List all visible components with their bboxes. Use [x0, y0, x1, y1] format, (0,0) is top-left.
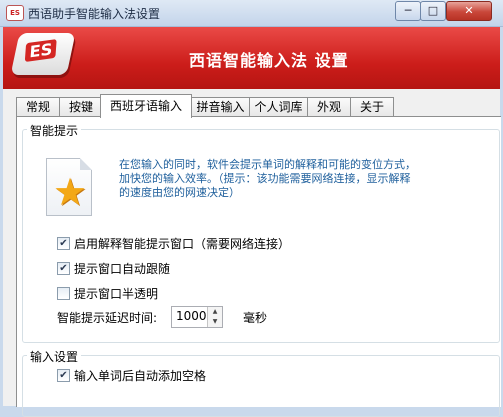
auto-space-label: 输入单词后自动添加空格 — [74, 369, 207, 383]
stepper-buttons: ▲ ▼ — [207, 307, 222, 327]
close-button[interactable]: ✕ — [446, 1, 492, 21]
translucent-checkbox[interactable] — [57, 287, 70, 300]
decrement-arrow-icon[interactable]: ▼ — [208, 317, 222, 327]
delay-time-value[interactable]: 1000 — [176, 309, 207, 323]
input-settings-group-title: 输入设置 — [27, 348, 82, 365]
header-banner: ES 西语智能输入法 设置 — [3, 27, 500, 89]
dialog-body: 常规 按键 西班牙语输入 拼音输入 个人词库 外观 关于 智能提示 ★ 在您输入… — [3, 89, 501, 417]
auto-space-checkbox[interactable]: ✔ — [57, 369, 70, 382]
app-icon: ES — [6, 5, 24, 21]
delay-time-stepper[interactable]: 1000 ▲ ▼ — [171, 306, 223, 328]
auto-follow-label: 提示窗口自动跟随 — [74, 262, 171, 276]
tab-personal-dictionary[interactable]: 个人词库 — [249, 97, 308, 117]
delay-time-unit: 毫秒 — [243, 311, 268, 325]
translucent-label: 提示窗口半透明 — [74, 287, 159, 301]
smart-hint-description: 在您输入的同时，软件会提示单词的解释和可能的变位方式，加快您的输入效率。（提示：… — [119, 158, 416, 199]
delay-time-label: 智能提示延迟时间: — [57, 311, 158, 325]
smart-hint-group-title: 智能提示 — [27, 122, 82, 139]
tab-pinyin-input[interactable]: 拼音输入 — [191, 97, 250, 117]
tab-general[interactable]: 常规 — [16, 97, 60, 117]
document-star-icon: ★ — [46, 158, 92, 216]
logo-text: ES — [24, 38, 58, 63]
minimize-button[interactable]: ─ — [395, 1, 421, 21]
tab-appearance[interactable]: 外观 — [307, 97, 351, 117]
maximize-button[interactable]: □ — [420, 1, 446, 21]
auto-follow-checkbox[interactable]: ✔ — [57, 262, 70, 275]
banner-title: 西语智能输入法 设置 — [189, 51, 349, 70]
settings-window: ES 西语助手智能输入法设置 ─ □ ✕ ES 西语智能输入法 设置 常规 按键… — [0, 0, 503, 417]
tab-about[interactable]: 关于 — [350, 97, 394, 117]
tab-panel-spanish-input: 智能提示 ★ 在您输入的同时，软件会提示单词的解释和可能的变位方式，加快您的输入… — [16, 116, 501, 417]
enable-smart-hint-label: 启用解释智能提示窗口（需要网络连接） — [74, 237, 291, 251]
tab-keys[interactable]: 按键 — [59, 97, 103, 117]
input-settings-group: 输入设置 ✔ 输入单词后自动添加空格 — [22, 348, 500, 417]
smart-hint-group: 智能提示 ★ 在您输入的同时，软件会提示单词的解释和可能的变位方式，加快您的输入… — [22, 122, 500, 343]
es-logo-icon: ES — [10, 33, 76, 75]
enable-smart-hint-checkbox[interactable]: ✔ — [57, 237, 70, 250]
tab-spanish-input[interactable]: 西班牙语输入 — [100, 94, 192, 118]
title-bar[interactable]: ES 西语助手智能输入法设置 ─ □ ✕ — [0, 0, 503, 27]
star-icon: ★ — [53, 170, 88, 214]
window-title: 西语助手智能输入法设置 — [28, 7, 161, 21]
